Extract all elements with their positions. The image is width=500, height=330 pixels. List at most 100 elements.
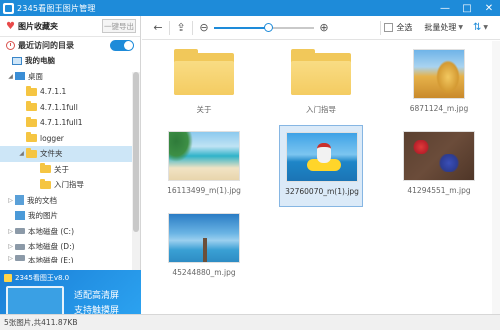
promo-brand-label: 2345看图王v8.0	[15, 274, 70, 282]
tree-item-my-pictures[interactable]: 我的图片	[0, 208, 140, 224]
clock-icon	[6, 40, 15, 50]
up-folder-icon[interactable]: ⇪	[173, 21, 189, 34]
select-all-checkbox[interactable]	[384, 23, 394, 32]
tree-item-folder[interactable]: 4.7.1.1full	[0, 100, 140, 116]
folder-icon	[40, 163, 51, 174]
beach-photo	[168, 130, 240, 181]
tree-item-label: 4.7.1.1	[40, 87, 67, 97]
image-thumbnail	[284, 129, 360, 184]
tree-item-folder[interactable]: 4.7.1.1	[0, 84, 140, 100]
tile-caption: 关于	[196, 105, 212, 114]
sidebar: ♥ 图片收藏夹 一键导出 最近访问的目录 我的电脑 ◢ 桌面 4.7.1.1 4…	[0, 16, 141, 330]
documents-icon	[15, 195, 24, 206]
tree-item-drive-d[interactable]: ▷ 本地磁盘 (D:)	[0, 239, 140, 255]
batch-process-dropdown[interactable]: 批量处理	[424, 22, 456, 33]
recent-dirs-label: 最近访问的目录	[18, 40, 74, 50]
folder-thumbnail	[166, 46, 242, 101]
image-tile[interactable]: 6871124_m.jpg	[397, 43, 481, 125]
drive-icon	[15, 228, 25, 235]
folder-tile[interactable]: 入门指导	[279, 43, 363, 125]
image-tile[interactable]: 16113499_m(1).jpg	[162, 125, 246, 207]
collapse-arrow-icon[interactable]: ◢	[17, 150, 26, 157]
zoom-out-icon[interactable]: ⊖	[196, 21, 212, 34]
collapse-arrow-icon[interactable]: ◢	[6, 73, 15, 80]
tree-item-desktop[interactable]: ◢ 桌面	[0, 69, 140, 85]
drive-icon	[15, 243, 25, 250]
recent-dirs-row: 最近访问的目录	[0, 37, 140, 53]
tree-item-folder[interactable]: 关于	[0, 162, 140, 178]
toolbar-divider	[169, 20, 170, 35]
tree-item-drive-e[interactable]: ▷ 本地磁盘 (E:)	[0, 254, 140, 263]
favorites-row[interactable]: ♥ 图片收藏夹 一键导出	[0, 16, 140, 37]
app-logo-icon	[3, 2, 14, 14]
image-thumbnail	[166, 210, 242, 265]
favorites-label: 图片收藏夹	[17, 21, 58, 31]
window-controls: — □ ✕	[434, 0, 500, 16]
pier-photo	[168, 212, 240, 263]
folder-icon	[291, 48, 351, 95]
tree-item-folder-selected[interactable]: ◢ 文件夹	[0, 146, 140, 162]
image-thumbnail	[401, 128, 477, 183]
image-thumbnail	[401, 46, 477, 101]
thumbnail-grid: 关于 入门指导 6871124_m.jpg 16113499_m(1).jpg …	[142, 41, 500, 314]
tree-item-label: 本地磁盘 (D:)	[28, 242, 75, 252]
tree-item-folder[interactable]: logger	[0, 131, 140, 147]
toolbar-divider	[380, 20, 382, 35]
sort-icon[interactable]: ⇅	[473, 22, 481, 33]
image-tile[interactable]: 45244880_m.jpg	[162, 207, 246, 289]
back-arrow-icon[interactable]: ←	[150, 21, 166, 34]
chevron-down-icon[interactable]: ▼	[458, 24, 463, 31]
tree-item-my-computer[interactable]: 我的电脑	[0, 53, 140, 69]
sidebar-scrollbar[interactable]	[132, 72, 140, 270]
tree-item-label: 我的电脑	[25, 56, 55, 66]
tile-caption: 41294551_m.jpg	[407, 186, 471, 195]
expand-arrow-icon[interactable]: ▷	[6, 228, 15, 235]
tree-item-folder[interactable]: 入门指导	[0, 177, 140, 193]
folder-icon	[26, 147, 37, 158]
drive-icon	[15, 254, 25, 261]
toolbar-divider	[192, 20, 193, 35]
zoom-in-icon[interactable]: ⊕	[316, 21, 332, 34]
promo-line-1: 适配高清屏	[74, 291, 120, 301]
folder-thumbnail	[283, 46, 359, 101]
image-tile[interactable]: 41294551_m.jpg	[397, 125, 481, 207]
computer-icon	[12, 56, 22, 65]
tree-item-drive-c[interactable]: ▷ 本地磁盘 (C:)	[0, 224, 140, 240]
sidebar-scroll-thumb[interactable]	[133, 72, 139, 232]
desktop-icon	[15, 72, 25, 81]
zoom-slider-thumb[interactable]	[264, 22, 273, 32]
folder-icon	[174, 48, 234, 95]
tree-item-label: 4.7.1.1full1	[40, 118, 83, 128]
export-button[interactable]: 一键导出	[102, 19, 136, 33]
expand-arrow-icon[interactable]: ▷	[6, 197, 15, 204]
image-thumbnail	[166, 128, 242, 183]
content-scrollbar[interactable]	[492, 41, 500, 314]
zoom-slider[interactable]	[214, 21, 314, 35]
wheat-photo	[413, 48, 465, 99]
promo-brand: 2345看图王v8.0	[4, 273, 69, 283]
maximize-button[interactable]: □	[456, 0, 478, 16]
tree-item-label: logger	[40, 133, 64, 143]
image-tile-selected[interactable]: 32760070_m(1).jpg	[279, 125, 363, 207]
recent-dirs-toggle[interactable]	[110, 39, 134, 51]
tree-item-label: 本地磁盘 (C:)	[28, 226, 74, 236]
tree-item-folder[interactable]: 4.7.1.1full1	[0, 115, 140, 131]
tile-caption: 6871124_m.jpg	[409, 104, 469, 113]
folder-icon	[26, 132, 37, 143]
close-button[interactable]: ✕	[478, 0, 500, 16]
folder-icon	[26, 101, 37, 112]
folder-icon	[26, 116, 37, 127]
chevron-down-icon[interactable]: ▼	[483, 24, 488, 31]
expand-arrow-icon[interactable]: ▷	[6, 255, 15, 262]
minimize-button[interactable]: —	[434, 0, 456, 16]
berry-photo	[403, 130, 475, 181]
expand-arrow-icon[interactable]: ▷	[6, 243, 15, 250]
title-bar: 2345看图王图片管理 — □ ✕	[0, 0, 500, 16]
folder-tree: 我的电脑 ◢ 桌面 4.7.1.1 4.7.1.1full 4.7.1.1ful…	[0, 53, 140, 263]
tree-item-my-documents[interactable]: ▷ 我的文档	[0, 193, 140, 209]
folder-tile[interactable]: 关于	[162, 43, 246, 125]
status-bar: 5张图片,共411.87KB	[0, 314, 500, 330]
pictures-icon	[15, 211, 25, 221]
window-title: 2345看图王图片管理	[17, 3, 96, 13]
tree-item-label: 入门指导	[54, 180, 84, 190]
